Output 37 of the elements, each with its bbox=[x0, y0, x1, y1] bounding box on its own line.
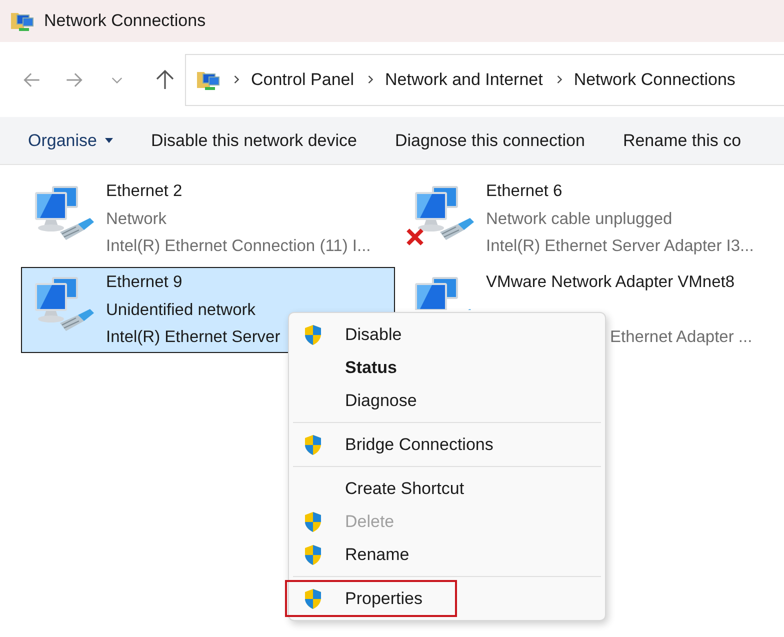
adapter-description: Intel(R) Ethernet Server Adapter I3... bbox=[486, 236, 754, 257]
adapter-name: Ethernet 2 bbox=[106, 181, 184, 202]
shield-icon bbox=[303, 324, 323, 346]
chevron-right-icon bbox=[233, 74, 240, 85]
adapter-description: Ethernet Adapter ... bbox=[609, 327, 752, 348]
adapter-description: Intel(R) Ethernet Connection (11) I... bbox=[106, 236, 371, 257]
adapter-name: Ethernet 9 bbox=[106, 272, 184, 293]
shield-icon bbox=[303, 588, 323, 610]
menu-item[interactable]: Status bbox=[293, 351, 601, 384]
menu-item[interactable]: Bridge Connections bbox=[293, 428, 601, 461]
adapter-item[interactable]: Ethernet 6 Network cable unplugged Intel(R) Ethernet Server Adapter I3... bbox=[401, 176, 775, 262]
caret-icon bbox=[104, 138, 113, 143]
toolbar-button[interactable]: Disable this network device bbox=[142, 124, 365, 156]
chevron-right-icon bbox=[556, 74, 563, 85]
adapter-name: Ethernet 6 bbox=[486, 181, 564, 202]
shield-icon bbox=[303, 544, 323, 566]
menu-item[interactable]: Rename bbox=[293, 538, 601, 571]
breadcrumb-item[interactable]: Control Panel bbox=[251, 70, 354, 90]
adapter-status: Network bbox=[106, 208, 168, 230]
toolbar-button[interactable]: Rename this co bbox=[614, 124, 750, 156]
adapter-description: Intel(R) Ethernet Server bbox=[106, 327, 280, 348]
menu-item[interactable]: Diagnose bbox=[293, 384, 601, 417]
window-title: Network Connections bbox=[44, 11, 206, 31]
shield-icon bbox=[303, 434, 323, 456]
organise-menu-button[interactable]: Organise bbox=[20, 124, 121, 156]
menu-item[interactable]: Properties bbox=[287, 582, 455, 615]
menu-item[interactable]: Create Shortcut bbox=[293, 472, 601, 505]
adapter-name: VMware Network Adapter VMnet8 bbox=[486, 272, 736, 293]
breadcrumb-item[interactable]: Network and Internet bbox=[385, 70, 543, 90]
toolbar-button[interactable]: Diagnose this connection bbox=[386, 124, 593, 156]
breadcrumb-item[interactable]: Network Connections bbox=[574, 70, 736, 90]
adapter-status: Unidentified network bbox=[106, 300, 256, 320]
address-bar[interactable]: Control Panel Network and Internet Network Connections bbox=[185, 54, 784, 106]
shield-icon bbox=[303, 510, 323, 532]
chevron-right-icon bbox=[367, 74, 374, 85]
adapter-status: Network cable unplugged bbox=[486, 208, 674, 230]
adapter-item[interactable]: Ethernet 2 Network Intel(R) Ethernet Connection (11) I... bbox=[21, 176, 395, 262]
